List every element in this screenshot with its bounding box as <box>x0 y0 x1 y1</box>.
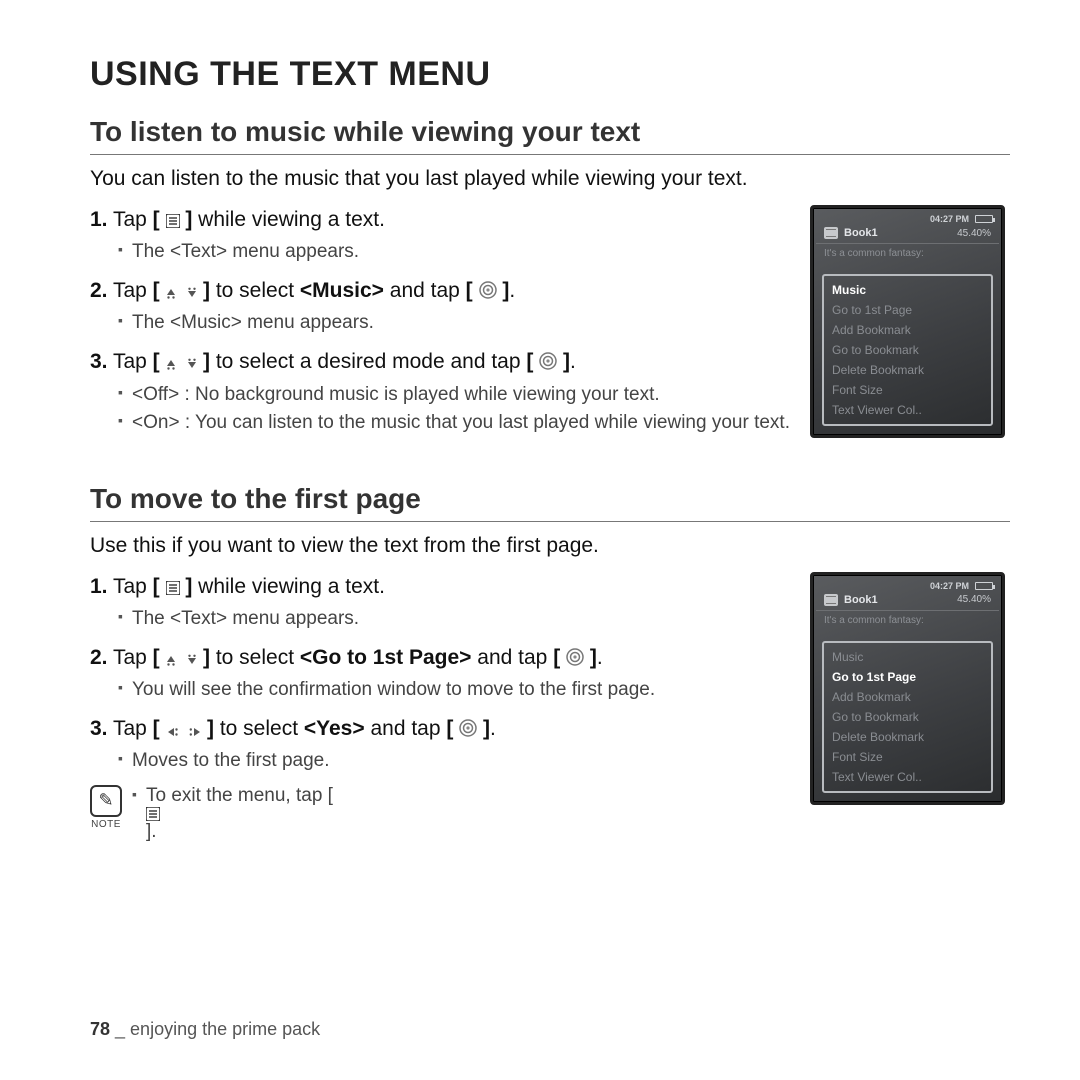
note-icon: ✎ <box>90 785 122 817</box>
down-icon <box>187 358 197 370</box>
note: ✎ NOTE To exit the menu, tap [ ]. <box>90 785 796 843</box>
step-detail: The <Text> menu appears. <box>118 606 796 633</box>
step-text: to select a desired mode and tap <box>210 350 526 373</box>
step-text: . <box>490 717 496 740</box>
book-icon <box>824 227 838 239</box>
section-listen-music: To listen to music while viewing your te… <box>90 116 1010 447</box>
book-icon <box>824 594 838 606</box>
step-text: Tap <box>108 575 153 598</box>
note-label: NOTE <box>91 819 121 830</box>
battery-icon <box>975 215 993 223</box>
device-menu: Music Go to 1st Page Add Bookmark Go to … <box>822 641 993 793</box>
device-menu-item: Add Bookmark <box>824 320 991 340</box>
device-menu-item: Music <box>824 647 991 667</box>
device-progress: 45.40% <box>957 228 991 239</box>
device-menu-item: Go to Bookmark <box>824 340 991 360</box>
step-bold: <Go to 1st Page> <box>300 646 472 669</box>
step-detail: Moves to the first page. <box>118 748 796 775</box>
step-number: 3. <box>90 717 108 740</box>
step-text: and tap <box>471 646 553 669</box>
device-menu-item: Text Viewer Col.. <box>824 400 991 420</box>
down-icon <box>187 654 197 666</box>
device-menu-item: Go to 1st Page <box>824 667 991 687</box>
section-first-page: To move to the first page Use this if yo… <box>90 483 1010 843</box>
step-text: to select <box>210 646 300 669</box>
device-menu-item: Music <box>824 280 991 300</box>
step-number: 1. <box>90 208 108 231</box>
device-menu-item: Text Viewer Col.. <box>824 767 991 787</box>
device-menu-item: Add Bookmark <box>824 687 991 707</box>
step-number: 1. <box>90 575 108 598</box>
step-text: to select <box>210 279 300 302</box>
step-text: Tap <box>108 717 153 740</box>
device-menu: Music Go to 1st Page Add Bookmark Go to … <box>822 274 993 426</box>
step-number: 3. <box>90 350 108 373</box>
step-detail: <Off> : No background music is played wh… <box>118 382 796 409</box>
device-menu-item: Go to Bookmark <box>824 707 991 727</box>
step-text: and tap <box>365 717 447 740</box>
menu-icon <box>166 214 180 228</box>
ok-icon <box>459 719 477 737</box>
step-text: to select <box>214 717 304 740</box>
step-number: 2. <box>90 279 108 302</box>
device-menu-item: Delete Bookmark <box>824 727 991 747</box>
step-detail: You will see the confirmation window to … <box>118 677 796 704</box>
device-time: 04:27 PM <box>930 214 969 224</box>
battery-icon <box>975 582 993 590</box>
section1-intro: You can listen to the music that you las… <box>90 167 1010 191</box>
step-number: 2. <box>90 646 108 669</box>
step-text: while viewing a text. <box>192 575 385 598</box>
step-detail: <On> : You can listen to the music that … <box>118 410 796 437</box>
step-text: Tap <box>108 279 153 302</box>
note-text: To exit the menu, tap <box>146 785 328 806</box>
step-bold: <Yes> <box>304 717 365 740</box>
ok-icon <box>566 648 584 666</box>
up-icon <box>166 287 176 299</box>
device-book-title: Book1 <box>844 594 878 606</box>
page-footer: 78 _ enjoying the prime pack <box>90 1019 320 1040</box>
device-faint-text: It's a common fantasy: <box>816 611 999 637</box>
left-icon <box>166 727 178 737</box>
device-time: 04:27 PM <box>930 581 969 591</box>
down-icon <box>187 287 197 299</box>
step-bold: <Music> <box>300 279 384 302</box>
footer-sep: _ <box>110 1019 130 1039</box>
device-progress: 45.40% <box>957 594 991 605</box>
device-menu-item: Font Size <box>824 380 991 400</box>
step-text: . <box>597 646 603 669</box>
step-text: Tap <box>108 646 153 669</box>
device-menu-item: Font Size <box>824 747 991 767</box>
note-text: . <box>151 821 156 842</box>
device-faint-text: It's a common fantasy: <box>816 244 999 270</box>
step-text: . <box>509 279 515 302</box>
device-book-title: Book1 <box>844 227 878 239</box>
step-detail: The <Music> menu appears. <box>118 310 796 337</box>
step-detail: The <Text> menu appears. <box>118 239 796 266</box>
right-icon <box>189 727 201 737</box>
page-title: USING THE TEXT MENU <box>90 55 1010 94</box>
section2-intro: Use this if you want to view the text fr… <box>90 534 1010 558</box>
step-text: Tap <box>108 208 153 231</box>
device-mock: 04:27 PM Book1 45.40% It's a common fant… <box>810 572 1005 805</box>
step-text: Tap <box>108 350 153 373</box>
ok-icon <box>539 352 557 370</box>
menu-icon <box>166 581 180 595</box>
step-text: . <box>570 350 576 373</box>
up-icon <box>166 358 176 370</box>
device-menu-item: Go to 1st Page <box>824 300 991 320</box>
section1-heading: To listen to music while viewing your te… <box>90 116 1010 155</box>
ok-icon <box>479 281 497 299</box>
menu-icon <box>146 807 333 821</box>
step-text: while viewing a text. <box>192 208 385 231</box>
page-number: 78 <box>90 1019 110 1039</box>
device-menu-item: Delete Bookmark <box>824 360 991 380</box>
chapter-name: enjoying the prime pack <box>130 1019 320 1039</box>
step-text: and tap <box>384 279 466 302</box>
up-icon <box>166 654 176 666</box>
device-mock: 04:27 PM Book1 45.40% It's a common fant… <box>810 205 1005 438</box>
section2-heading: To move to the first page <box>90 483 1010 522</box>
